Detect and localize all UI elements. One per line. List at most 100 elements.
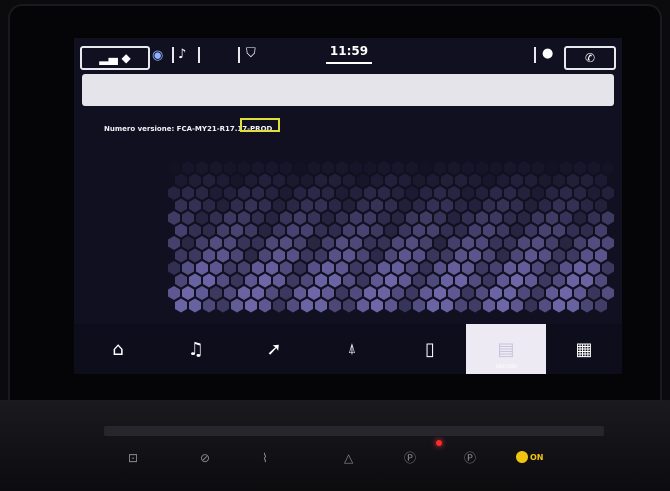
camera-icon[interactable]: ⊡	[128, 452, 138, 464]
hexagon-tile	[532, 161, 544, 175]
auto-park-icon[interactable]: Ⓟ	[464, 452, 476, 464]
hazard-icon[interactable]: △	[344, 452, 353, 464]
hexagon-tile	[224, 211, 236, 225]
hexagon-tile	[182, 186, 194, 200]
hexagon-tile	[399, 273, 411, 288]
nav-vehicle-label: Veicolo	[495, 363, 517, 370]
divider	[172, 47, 174, 63]
hexagon-tile	[518, 211, 530, 225]
hexagon-tile	[245, 273, 257, 288]
hexagon-tile	[497, 223, 509, 238]
hexagon-tile	[399, 173, 411, 188]
parking-sensor-icon[interactable]: ⊘	[200, 452, 210, 464]
globe-icon[interactable]: ◉	[152, 49, 163, 62]
hexagon-tile	[413, 248, 425, 263]
hexagon-tile	[588, 236, 600, 250]
hexagon-tile	[462, 286, 474, 300]
hexagon-tile	[392, 261, 404, 275]
hexagon-tile	[189, 173, 201, 188]
hexagon-tile	[553, 173, 565, 188]
hexagon-tile	[539, 223, 551, 238]
hexagon-tile	[476, 261, 488, 275]
hexagon-tile	[252, 261, 264, 275]
hexagon-tile	[532, 186, 544, 200]
hexagon-tile	[469, 173, 481, 188]
status-bar: ▂▄ ◆ ◉ ♪ ⛉ 11:59 ● ✆	[74, 38, 622, 74]
hexagon-tile	[413, 223, 425, 238]
hexagon-tile	[602, 211, 614, 225]
hexagon-tile	[245, 223, 257, 238]
phone-pill[interactable]: ✆	[564, 46, 616, 70]
hexagon-tile	[196, 161, 208, 175]
hexagon-tile	[273, 223, 285, 238]
hexagon-tile	[308, 236, 320, 250]
nav-music[interactable]: ♫	[156, 324, 236, 374]
hexagon-tile	[315, 173, 327, 188]
hexagon-tile	[546, 236, 558, 250]
hexagon-tile	[189, 223, 201, 238]
hexagon-tile	[196, 186, 208, 200]
nav-apps[interactable]: ▦	[544, 324, 622, 374]
hexagon-tile	[315, 273, 327, 288]
lane-assist-icon[interactable]: ⌇	[262, 452, 268, 464]
hexagon-tile	[385, 198, 397, 213]
hexagon-tile	[217, 173, 229, 188]
hexagon-tile	[210, 286, 222, 300]
hexagon-tile	[483, 248, 495, 263]
hexagon-tile	[385, 248, 397, 263]
hexagon-tile	[525, 198, 537, 213]
hexagon-tile	[567, 198, 579, 213]
hexagon-background	[168, 161, 614, 313]
signal-pill[interactable]: ▂▄ ◆	[80, 46, 150, 70]
hexagon-tile	[595, 173, 607, 188]
hexagon-tile	[378, 286, 390, 300]
hexagon-tile	[406, 236, 418, 250]
hexagon-tile	[434, 211, 446, 225]
hexagon-tile	[231, 198, 243, 213]
hexagon-tile	[497, 273, 509, 288]
microphone-icon[interactable]: ●	[542, 47, 553, 60]
hexagon-tile	[413, 198, 425, 213]
hexagon-tile	[567, 273, 579, 288]
hexagon-tile	[350, 186, 362, 200]
hexagon-tile	[266, 286, 278, 300]
hexagon-tile	[259, 273, 271, 288]
hexagon-tile	[322, 236, 334, 250]
nav-person[interactable]: ⍋	[312, 324, 392, 374]
hexagon-tile	[217, 273, 229, 288]
hexagon-tile	[448, 286, 460, 300]
hexagon-tile	[560, 261, 572, 275]
hexagon-tile	[539, 273, 551, 288]
nav-navigation[interactable]: ➚	[234, 324, 314, 374]
hexagon-tile	[399, 223, 411, 238]
hexagon-tile	[539, 248, 551, 263]
hexagon-tile	[378, 211, 390, 225]
hexagon-tile	[336, 161, 348, 175]
hexagon-tile	[182, 286, 194, 300]
hexagon-tile	[252, 161, 264, 175]
hexagon-tile	[434, 186, 446, 200]
hexagon-tile	[245, 248, 257, 263]
hexagon-tile	[294, 186, 306, 200]
hexagon-tile	[259, 248, 271, 263]
hexagon-tile	[266, 261, 278, 275]
nav-phone[interactable]: ▯	[390, 324, 470, 374]
nav-vehicle[interactable]: ▤ Veicolo	[466, 324, 546, 374]
hexagon-tile	[462, 236, 474, 250]
hexagon-tile	[203, 248, 215, 263]
hexagon-tile	[336, 211, 348, 225]
hexagon-tile	[273, 198, 285, 213]
car-connect-icon[interactable]: ⛉	[246, 47, 256, 60]
hexagon-tile	[280, 286, 292, 300]
hexagon-tile	[301, 248, 313, 263]
hexagon-tile	[280, 186, 292, 200]
hexagon-tile	[539, 298, 551, 313]
hexagon-tile	[357, 223, 369, 238]
hexagon-tile	[357, 248, 369, 263]
stop-start-icon[interactable]	[516, 451, 528, 463]
hexagon-tile	[518, 186, 530, 200]
parking-icon[interactable]: Ⓟ	[404, 452, 416, 464]
nav-home[interactable]: ⌂	[78, 324, 158, 374]
bell-icon[interactable]: ♪	[178, 48, 186, 61]
hexagon-tile	[420, 261, 432, 275]
